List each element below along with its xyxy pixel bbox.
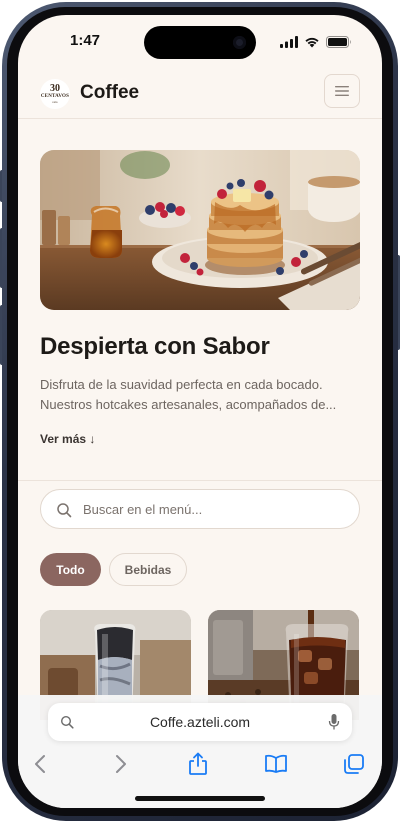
cellular-signal-icon bbox=[280, 36, 298, 48]
see-more-link[interactable]: Ver más ↓ bbox=[40, 432, 95, 446]
hero-title: Despierta con Sabor bbox=[40, 333, 270, 360]
search-input[interactable] bbox=[81, 490, 351, 528]
home-indicator bbox=[135, 796, 265, 801]
phone-device: 1:47 30 CENTAVOS cafe Coffee Despierta c… bbox=[0, 0, 400, 823]
front-camera bbox=[233, 36, 246, 49]
status-icons bbox=[280, 35, 352, 49]
hero-image bbox=[40, 150, 360, 310]
site-title[interactable]: Coffee bbox=[80, 82, 139, 104]
logo-tagline: cafe bbox=[52, 100, 58, 104]
forward-button[interactable] bbox=[108, 751, 134, 777]
status-time: 1:47 bbox=[70, 32, 101, 49]
tabs-icon bbox=[344, 754, 364, 774]
hero-description-line: Disfruta de la suavidad perfecta en cada… bbox=[40, 377, 323, 392]
menu-search-box[interactable] bbox=[40, 489, 360, 529]
share-icon bbox=[189, 752, 207, 775]
dynamic-island bbox=[144, 26, 256, 59]
chevron-left-icon bbox=[35, 755, 45, 773]
bookmarks-button[interactable] bbox=[263, 751, 289, 777]
screen: 1:47 30 CENTAVOS cafe Coffee Despierta c… bbox=[18, 15, 382, 808]
menu-button[interactable] bbox=[324, 74, 360, 108]
share-button[interactable] bbox=[185, 751, 211, 777]
category-chip-bebidas[interactable]: Bebidas bbox=[109, 553, 187, 586]
book-icon bbox=[265, 754, 287, 773]
wifi-icon bbox=[305, 37, 319, 48]
browser-toolbar: Coffe.azteli.com bbox=[18, 695, 382, 808]
logo-number: 30 bbox=[50, 83, 60, 94]
category-chip-todo[interactable]: Todo bbox=[40, 553, 101, 586]
tabs-button[interactable] bbox=[341, 751, 367, 777]
search-icon bbox=[57, 503, 72, 518]
status-bar: 1:47 bbox=[18, 15, 382, 69]
section-divider bbox=[18, 480, 382, 481]
address-bar[interactable]: Coffe.azteli.com bbox=[48, 703, 352, 741]
back-button[interactable] bbox=[27, 751, 53, 777]
brand-logo[interactable]: 30 CENTAVOS cafe bbox=[40, 79, 70, 109]
site-header: 30 CENTAVOS cafe Coffee bbox=[18, 69, 382, 119]
chevron-right-icon bbox=[116, 755, 126, 773]
hero-description: Disfruta de la suavidad perfecta en cada… bbox=[40, 375, 360, 415]
battery-icon bbox=[326, 36, 351, 48]
hero-description-line: Nuestros hotcakes artesanales, acompañad… bbox=[40, 397, 337, 412]
hamburger-icon bbox=[335, 86, 349, 96]
url-text[interactable]: Coffe.azteli.com bbox=[48, 714, 352, 730]
microphone-icon[interactable] bbox=[328, 713, 340, 731]
